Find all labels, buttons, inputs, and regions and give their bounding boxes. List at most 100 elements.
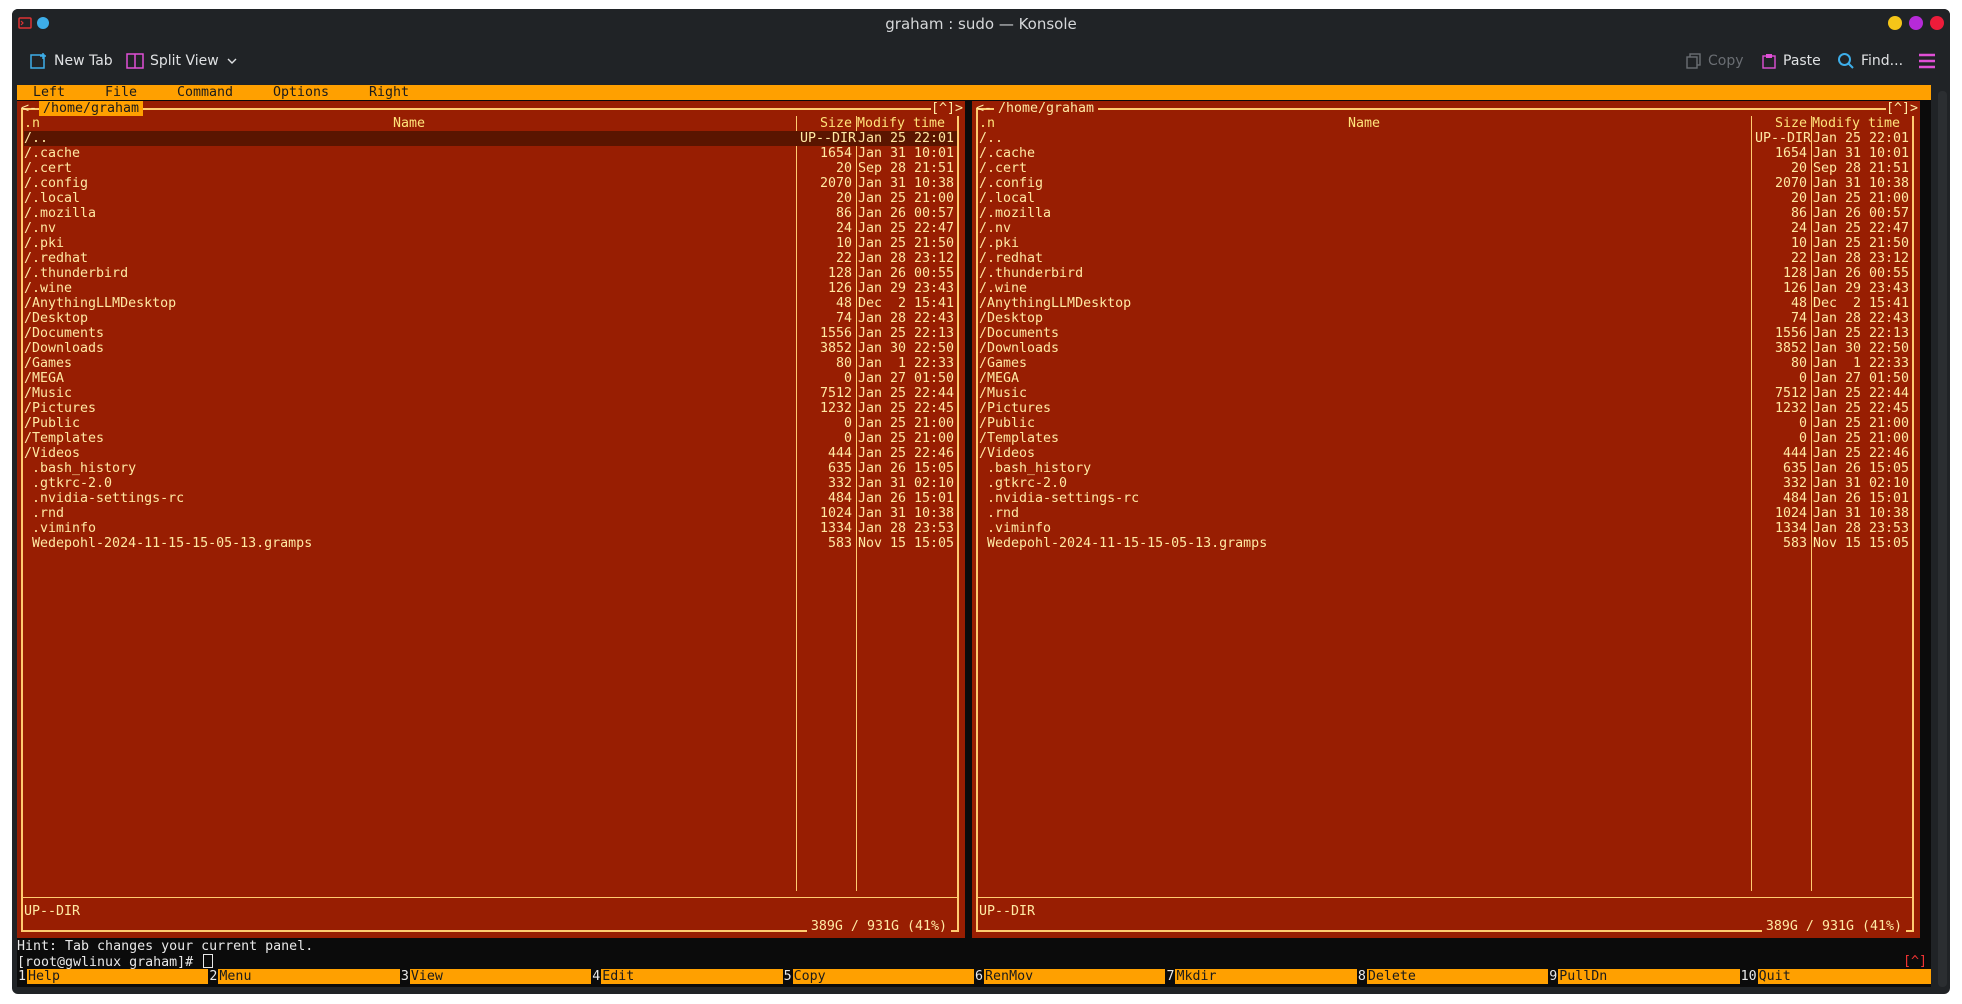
file-row[interactable]: /.mozilla 86 Jan 26 00:57 xyxy=(979,206,1912,221)
file-row[interactable]: /.pki 10 Jan 25 21:50 xyxy=(979,236,1912,251)
file-row[interactable]: .bash_history 635 Jan 26 15:05 xyxy=(979,461,1912,476)
panel-corner-controls[interactable]: [^]> xyxy=(1885,101,1918,116)
menu-command[interactable]: Command xyxy=(177,85,233,100)
file-row[interactable]: /.config 2070 Jan 31 10:38 xyxy=(24,176,957,191)
file-modify-time: Jan 25 22:01 xyxy=(858,131,955,146)
file-row[interactable]: /.wine 126 Jan 29 23:43 xyxy=(979,281,1912,296)
file-row[interactable]: /.thunderbird 128 Jan 26 00:55 xyxy=(979,266,1912,281)
file-row[interactable]: .gtkrc-2.0 332 Jan 31 02:10 xyxy=(24,476,957,491)
history-caret[interactable]: [^] xyxy=(1903,954,1927,969)
hamburger-menu-icon[interactable] xyxy=(1918,52,1936,70)
file-row[interactable]: .viminfo 1334 Jan 28 23:53 xyxy=(979,521,1912,536)
size-header[interactable]: Size xyxy=(802,116,852,131)
fkey-renmov[interactable]: 6 RenMov xyxy=(974,969,1166,984)
file-row[interactable]: /Music 7512 Jan 25 22:44 xyxy=(24,386,957,401)
fkey-delete[interactable]: 8 Delete xyxy=(1356,969,1549,984)
split-view-button[interactable]: Split View xyxy=(122,47,243,75)
fkey-menu[interactable]: 2 Menu xyxy=(208,969,400,984)
right-panel-path[interactable]: /home/graham xyxy=(994,101,1099,116)
find-button[interactable]: Find... xyxy=(1833,47,1907,75)
file-name: /.local xyxy=(24,191,81,206)
file-row[interactable]: /Templates 0 Jan 25 21:00 xyxy=(979,431,1912,446)
fkey-help[interactable]: 1 Help xyxy=(17,969,209,984)
minimize-button[interactable] xyxy=(1888,16,1902,30)
file-row[interactable]: /Pictures 1232 Jan 25 22:45 xyxy=(24,401,957,416)
time-header[interactable]: Modify time xyxy=(857,116,945,131)
terminal-area[interactable]: Left File Command Options Right <- /home… xyxy=(17,85,1932,987)
file-row[interactable]: /Desktop 74 Jan 28 22:43 xyxy=(24,311,957,326)
file-row[interactable]: /.pki 10 Jan 25 21:50 xyxy=(24,236,957,251)
file-row[interactable]: /Downloads 3852 Jan 30 22:50 xyxy=(24,341,957,356)
file-row[interactable]: /MEGA 0 Jan 27 01:50 xyxy=(24,371,957,386)
panel-nav-marker[interactable]: <- xyxy=(976,101,992,116)
fkey-view[interactable]: 3 View xyxy=(399,969,592,984)
menu-file[interactable]: File xyxy=(105,85,137,100)
file-row[interactable]: /AnythingLLMDesktop 48 Dec 2 15:41 xyxy=(24,296,957,311)
fkey-edit[interactable]: 4 Edit xyxy=(591,969,783,984)
file-row[interactable]: /.redhat 22 Jan 28 23:12 xyxy=(979,251,1912,266)
right-panel[interactable]: <- /home/graham [^]> .n Name Size Modify… xyxy=(972,101,1920,938)
file-row[interactable]: /.cert 20 Sep 28 21:51 xyxy=(24,161,957,176)
close-button[interactable] xyxy=(1930,16,1944,30)
file-row[interactable]: /Templates 0 Jan 25 21:00 xyxy=(24,431,957,446)
file-row[interactable]: .nvidia-settings-rc 484 Jan 26 15:01 xyxy=(24,491,957,506)
new-tab-button[interactable]: New Tab xyxy=(26,47,117,75)
file-row[interactable]: .bash_history 635 Jan 26 15:05 xyxy=(24,461,957,476)
file-row[interactable]: Wedepohl-2024-11-15-15-05-13.gramps 583 No… xyxy=(979,536,1912,551)
file-row[interactable]: .nvidia-settings-rc 484 Jan 26 15:01 xyxy=(979,491,1912,506)
file-row[interactable]: /Documents 1556 Jan 25 22:13 xyxy=(979,326,1912,341)
file-row[interactable]: /AnythingLLMDesktop 48 Dec 2 15:41 xyxy=(979,296,1912,311)
file-row[interactable]: /Videos 444 Jan 25 22:46 xyxy=(24,446,957,461)
maximize-button[interactable] xyxy=(1909,16,1923,30)
file-row[interactable]: /.nv 24 Jan 25 22:47 xyxy=(979,221,1912,236)
shell-prompt[interactable]: [root@gwlinux graham]# xyxy=(17,954,214,970)
file-row[interactable]: Wedepohl-2024-11-15-15-05-13.gramps 583 No… xyxy=(24,536,957,551)
copy-button[interactable]: Copy xyxy=(1682,47,1748,75)
file-row[interactable]: /Documents 1556 Jan 25 22:13 xyxy=(24,326,957,341)
file-row[interactable]: /Music 7512 Jan 25 22:44 xyxy=(979,386,1912,401)
file-row[interactable]: /Games 80 Jan 1 22:33 xyxy=(979,356,1912,371)
file-row[interactable]: /.. UP--DIR Jan 25 22:01 xyxy=(24,131,957,146)
name-header[interactable]: Name xyxy=(979,116,1749,131)
file-row[interactable]: /Games 80 Jan 1 22:33 xyxy=(24,356,957,371)
fkey-pulldn[interactable]: 9 PullDn xyxy=(1548,969,1740,984)
menu-options[interactable]: Options xyxy=(273,85,329,100)
fkey-mkdir[interactable]: 7 Mkdir xyxy=(1165,969,1357,984)
fkey-quit[interactable]: 10 Quit xyxy=(1739,969,1932,984)
file-row[interactable]: .rnd 1024 Jan 31 10:38 xyxy=(24,506,957,521)
file-row[interactable]: /.local 20 Jan 25 21:00 xyxy=(979,191,1912,206)
file-row[interactable]: /Pictures 1232 Jan 25 22:45 xyxy=(979,401,1912,416)
file-row[interactable]: /.cert 20 Sep 28 21:51 xyxy=(979,161,1912,176)
file-row[interactable]: /Videos 444 Jan 25 22:46 xyxy=(979,446,1912,461)
name-header[interactable]: Name xyxy=(24,116,794,131)
file-row[interactable]: .gtkrc-2.0 332 Jan 31 02:10 xyxy=(979,476,1912,491)
file-row[interactable]: .viminfo 1334 Jan 28 23:53 xyxy=(24,521,957,536)
file-row[interactable]: /.cache 1654 Jan 31 10:01 xyxy=(979,146,1912,161)
paste-button[interactable]: Paste xyxy=(1757,47,1825,75)
file-row[interactable]: /.nv 24 Jan 25 22:47 xyxy=(24,221,957,236)
file-row[interactable]: /.local 20 Jan 25 21:00 xyxy=(24,191,957,206)
file-row[interactable]: /.wine 126 Jan 29 23:43 xyxy=(24,281,957,296)
file-row[interactable]: /.redhat 22 Jan 28 23:12 xyxy=(24,251,957,266)
fkey-copy[interactable]: 5 Copy xyxy=(782,969,975,984)
left-panel-path[interactable]: /home/graham xyxy=(39,101,144,116)
size-header[interactable]: Size xyxy=(1757,116,1807,131)
file-row[interactable]: /Downloads 3852 Jan 30 22:50 xyxy=(979,341,1912,356)
file-row[interactable]: /Public 0 Jan 25 21:00 xyxy=(979,416,1912,431)
scrollbar[interactable] xyxy=(1938,91,1947,987)
file-row[interactable]: /.config 2070 Jan 31 10:38 xyxy=(979,176,1912,191)
file-row[interactable]: /Desktop 74 Jan 28 22:43 xyxy=(979,311,1912,326)
file-row[interactable]: /.cache 1654 Jan 31 10:01 xyxy=(24,146,957,161)
left-panel[interactable]: <- /home/graham [^]> .n Name Size Modify… xyxy=(17,101,965,938)
panel-corner-controls[interactable]: [^]> xyxy=(930,101,963,116)
file-row[interactable]: /MEGA 0 Jan 27 01:50 xyxy=(979,371,1912,386)
panel-nav-marker[interactable]: <- xyxy=(21,101,37,116)
file-row[interactable]: .rnd 1024 Jan 31 10:38 xyxy=(979,506,1912,521)
file-row[interactable]: /.thunderbird 128 Jan 26 00:55 xyxy=(24,266,957,281)
menu-right[interactable]: Right xyxy=(369,85,409,100)
file-row[interactable]: /Public 0 Jan 25 21:00 xyxy=(24,416,957,431)
time-header[interactable]: Modify time xyxy=(1812,116,1900,131)
file-row[interactable]: /.mozilla 86 Jan 26 00:57 xyxy=(24,206,957,221)
menu-left[interactable]: Left xyxy=(33,85,65,100)
file-row[interactable]: /.. UP--DIR Jan 25 22:01 xyxy=(979,131,1912,146)
